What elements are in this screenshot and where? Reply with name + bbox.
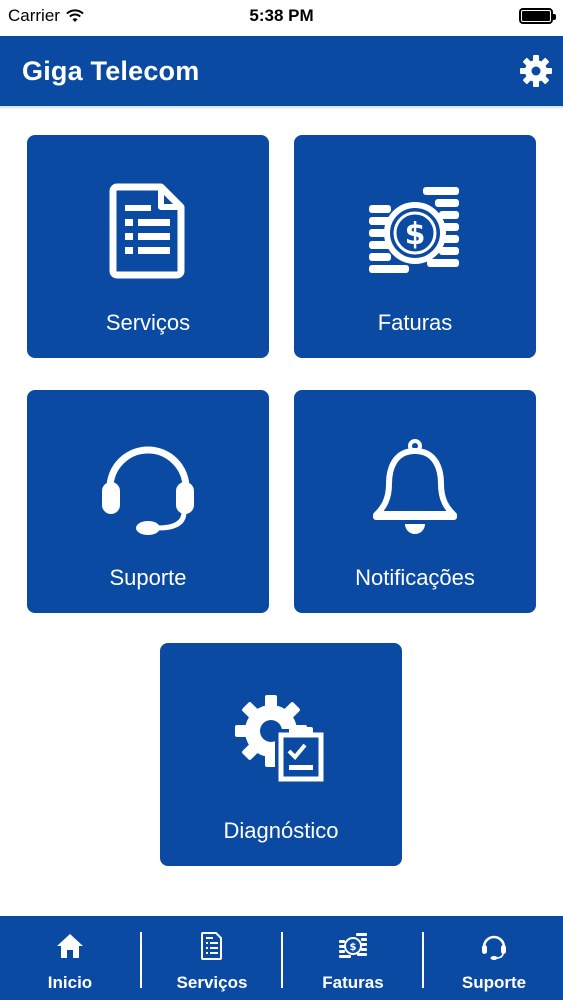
battery-icon <box>519 8 556 24</box>
home-icon <box>0 930 140 962</box>
tab-inicio[interactable]: Inicio <box>0 916 140 1000</box>
bell-icon <box>294 436 536 536</box>
gear-checklist-icon <box>160 689 402 789</box>
app-header: Giga Telecom <box>0 36 563 106</box>
tab-label: Inicio <box>47 973 93 992</box>
tile-faturas[interactable]: $ Faturas <box>294 135 536 358</box>
tile-notificacoes[interactable]: Notificações <box>294 390 536 613</box>
header-shadow <box>0 106 563 110</box>
gear-icon <box>520 55 552 87</box>
tab-label: Faturas <box>322 973 384 992</box>
svg-text:$: $ <box>405 217 426 252</box>
svg-text:$: $ <box>350 942 357 953</box>
bottom-tab-bar: Inicio Serviços $ Faturas Suporte <box>0 916 563 1000</box>
tile-label: Notificações <box>355 565 475 590</box>
tab-label: Suporte <box>461 973 527 992</box>
clock: 5:38 PM <box>249 6 314 25</box>
tile-diagnostico[interactable]: Diagnóstico <box>160 643 402 866</box>
tile-label: Serviços <box>105 310 191 335</box>
tab-suporte[interactable]: Suporte <box>424 916 563 1000</box>
document-list-icon <box>27 181 269 281</box>
tile-label: Faturas <box>377 310 453 335</box>
tab-faturas[interactable]: $ Faturas <box>283 916 423 1000</box>
tile-suporte[interactable]: Suporte <box>27 390 269 613</box>
settings-button[interactable] <box>517 52 555 90</box>
tile-servicos[interactable]: Serviços <box>27 135 269 358</box>
headset-icon <box>424 930 563 962</box>
status-bar: Carrier 5:38 PM <box>0 0 563 36</box>
app-title: Giga Telecom <box>22 56 200 86</box>
tab-label: Serviços <box>176 973 248 992</box>
coins-dollar-icon: $ <box>294 181 536 281</box>
headset-icon <box>27 436 269 536</box>
coins-dollar-icon: $ <box>283 930 423 962</box>
document-list-icon <box>142 930 282 962</box>
tile-label: Suporte <box>109 565 187 590</box>
tile-label: Diagnóstico <box>223 818 339 843</box>
tab-servicos[interactable]: Serviços <box>142 916 282 1000</box>
